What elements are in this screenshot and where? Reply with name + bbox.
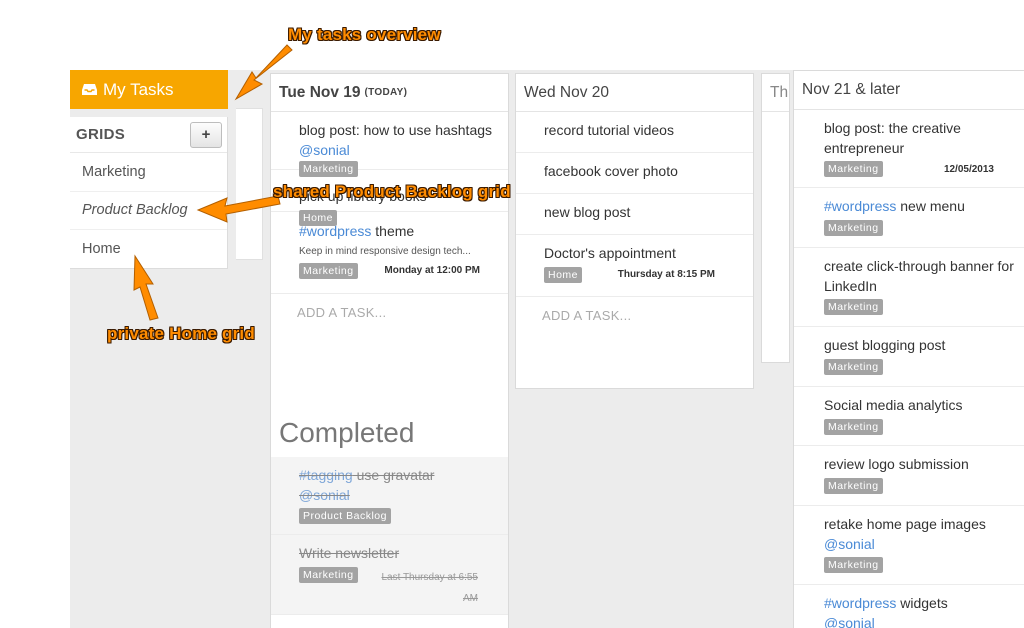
column-title: Tue Nov 19 (TODAY) bbox=[271, 74, 508, 112]
task-meta: Marketing 12/05/2013 bbox=[824, 161, 1014, 177]
task-title: review logo submission bbox=[824, 456, 969, 472]
task-card[interactable]: new blog post bbox=[516, 194, 753, 235]
sidebar-item-product-backlog[interactable]: Product Backlog bbox=[70, 192, 227, 231]
task-meta: Marketing bbox=[824, 358, 1014, 375]
hashtag-link[interactable]: #wordpress bbox=[299, 223, 371, 239]
due-date: Last Thursday at 6:55 AM bbox=[381, 571, 478, 604]
task-title: guest blogging post bbox=[824, 337, 946, 353]
inbox-icon bbox=[82, 84, 97, 95]
task-meta: Product Backlog bbox=[299, 508, 498, 524]
add-grid-button[interactable]: + bbox=[190, 121, 222, 148]
sidebar: GRIDS + Marketing Product Backlog Home bbox=[70, 117, 228, 269]
task-title: #tagging use gravatar @sonial bbox=[299, 467, 435, 503]
add-task-input[interactable]: ADD A TASK... bbox=[516, 297, 753, 323]
grids-label: GRIDS bbox=[76, 126, 126, 143]
task-title: Doctor's appointment bbox=[544, 245, 676, 261]
column-later: Nov 21 & later blog post: the creative e… bbox=[793, 70, 1024, 628]
task-title: Write newsletter bbox=[299, 545, 400, 561]
completed-task-card[interactable]: Write newsletter Marketing Last Thursday… bbox=[271, 535, 508, 615]
tag-badge[interactable]: Home bbox=[544, 266, 583, 283]
my-tasks-label: My Tasks bbox=[103, 79, 174, 99]
column-wed: Wed Nov 20 record tutorial videos facebo… bbox=[515, 73, 754, 389]
task-meta: Marketing bbox=[299, 161, 498, 177]
task-card[interactable]: record tutorial videos bbox=[516, 112, 753, 153]
mention-link[interactable]: @sonial bbox=[299, 487, 350, 503]
tag-badge[interactable]: Marketing bbox=[824, 477, 883, 494]
mention-link[interactable]: @sonial bbox=[824, 536, 875, 552]
add-task-input[interactable]: ADD A TASK... bbox=[271, 294, 508, 395]
task-card[interactable]: #wordpress theme Keep in mind responsive… bbox=[271, 212, 508, 294]
due-date: Monday at 12:00 PM bbox=[384, 265, 480, 276]
tag-badge[interactable]: Marketing bbox=[299, 262, 358, 279]
tag-badge[interactable]: Marketing bbox=[824, 557, 883, 573]
task-card[interactable]: Social media analytics Marketing bbox=[794, 387, 1024, 446]
task-meta: Marketing bbox=[824, 477, 1014, 494]
task-meta: Marketing Last Thursday at 6:55 AM bbox=[299, 566, 498, 609]
column-tue: Tue Nov 19 (TODAY) blog post: how to use… bbox=[270, 73, 509, 628]
task-meta: Marketing Monday at 12:00 PM bbox=[299, 262, 498, 279]
sidebar-item-marketing[interactable]: Marketing bbox=[70, 153, 227, 192]
task-card[interactable]: Doctor's appointment Home Thursday at 8:… bbox=[516, 235, 753, 297]
tag-badge[interactable]: Marketing bbox=[824, 358, 883, 375]
column-date: Tue Nov 19 bbox=[279, 83, 361, 101]
task-title: record tutorial videos bbox=[544, 122, 674, 138]
task-title: #wordpress theme bbox=[299, 223, 415, 239]
sidebar-item-home[interactable]: Home bbox=[70, 230, 227, 269]
task-title: new blog post bbox=[544, 204, 631, 220]
task-title: create click-through banner for LinkedIn bbox=[824, 258, 1014, 294]
task-title: #wordpress widgets @sonial bbox=[824, 594, 1014, 628]
tag-badge[interactable]: Product Backlog bbox=[299, 508, 391, 524]
task-card[interactable]: facebook cover photo bbox=[516, 153, 753, 194]
task-card[interactable]: create click-through banner for LinkedIn… bbox=[794, 248, 1024, 327]
annotation-overview: My tasks overview bbox=[288, 25, 441, 44]
completed-list: #tagging use gravatar @sonial Product Bac… bbox=[271, 457, 508, 615]
task-card[interactable]: #wordpress widgets @sonial bbox=[794, 585, 1024, 628]
task-meta: Marketing bbox=[824, 418, 1014, 435]
task-card[interactable]: review logo submission Marketing bbox=[794, 446, 1024, 506]
hashtag-link[interactable]: #tagging bbox=[299, 467, 353, 483]
today-badge: (TODAY) bbox=[364, 87, 408, 98]
task-card[interactable]: #wordpress new menu Marketing bbox=[794, 188, 1024, 248]
annotation-private: private Home grid bbox=[107, 324, 255, 343]
due-date: Thursday at 8:15 PM bbox=[617, 269, 715, 280]
task-card[interactable]: retake home page images @sonial Marketing bbox=[794, 506, 1024, 585]
hashtag-link[interactable]: #wordpress bbox=[824, 198, 896, 214]
tag-badge[interactable]: Marketing bbox=[824, 161, 883, 177]
tag-badge[interactable]: Marketing bbox=[824, 418, 883, 435]
task-card[interactable]: blog post: the creative entrepreneur Mar… bbox=[794, 110, 1024, 188]
task-title: facebook cover photo bbox=[544, 163, 678, 179]
mention-link[interactable]: @sonial bbox=[824, 615, 875, 628]
task-meta: Marketing bbox=[824, 219, 1014, 236]
column-title: Wed Nov 20 bbox=[516, 74, 753, 112]
task-meta: Marketing bbox=[824, 557, 1014, 573]
task-meta: Home Thursday at 8:15 PM bbox=[544, 266, 743, 283]
task-title: Social media analytics bbox=[824, 397, 963, 413]
annotation-shared: shared Product Backlog grid bbox=[273, 182, 511, 201]
task-title: #wordpress new menu bbox=[824, 198, 965, 214]
column-thu: Th bbox=[761, 73, 790, 363]
tag-badge[interactable]: Marketing bbox=[824, 299, 883, 315]
column-title: Th bbox=[762, 74, 789, 112]
task-note: Keep in mind responsive design tech... bbox=[299, 245, 471, 257]
mention-link[interactable]: @sonial bbox=[299, 142, 350, 158]
grids-header: GRIDS + bbox=[70, 117, 227, 153]
completed-heading: Completed bbox=[279, 417, 415, 448]
completed-task-card[interactable]: #tagging use gravatar @sonial Product Bac… bbox=[271, 457, 508, 535]
hidden-column-edge bbox=[236, 108, 263, 260]
task-card[interactable]: guest blogging post Marketing bbox=[794, 327, 1024, 387]
tag-badge[interactable]: Marketing bbox=[299, 566, 358, 583]
task-title: retake home page images @sonial bbox=[824, 516, 986, 552]
tag-badge[interactable]: Marketing bbox=[299, 161, 358, 177]
hashtag-link[interactable]: #wordpress bbox=[824, 595, 896, 611]
tag-badge[interactable]: Marketing bbox=[824, 219, 883, 236]
my-tasks-button[interactable]: My Tasks bbox=[70, 70, 228, 109]
task-meta: Marketing bbox=[824, 299, 1014, 315]
due-date: 12/05/2013 bbox=[943, 163, 994, 175]
screenshot: My Tasks GRIDS + Marketing Product Backl… bbox=[0, 0, 1024, 628]
task-title: blog post: the creative entrepreneur bbox=[824, 120, 961, 156]
column-title: Nov 21 & later bbox=[794, 71, 1024, 110]
